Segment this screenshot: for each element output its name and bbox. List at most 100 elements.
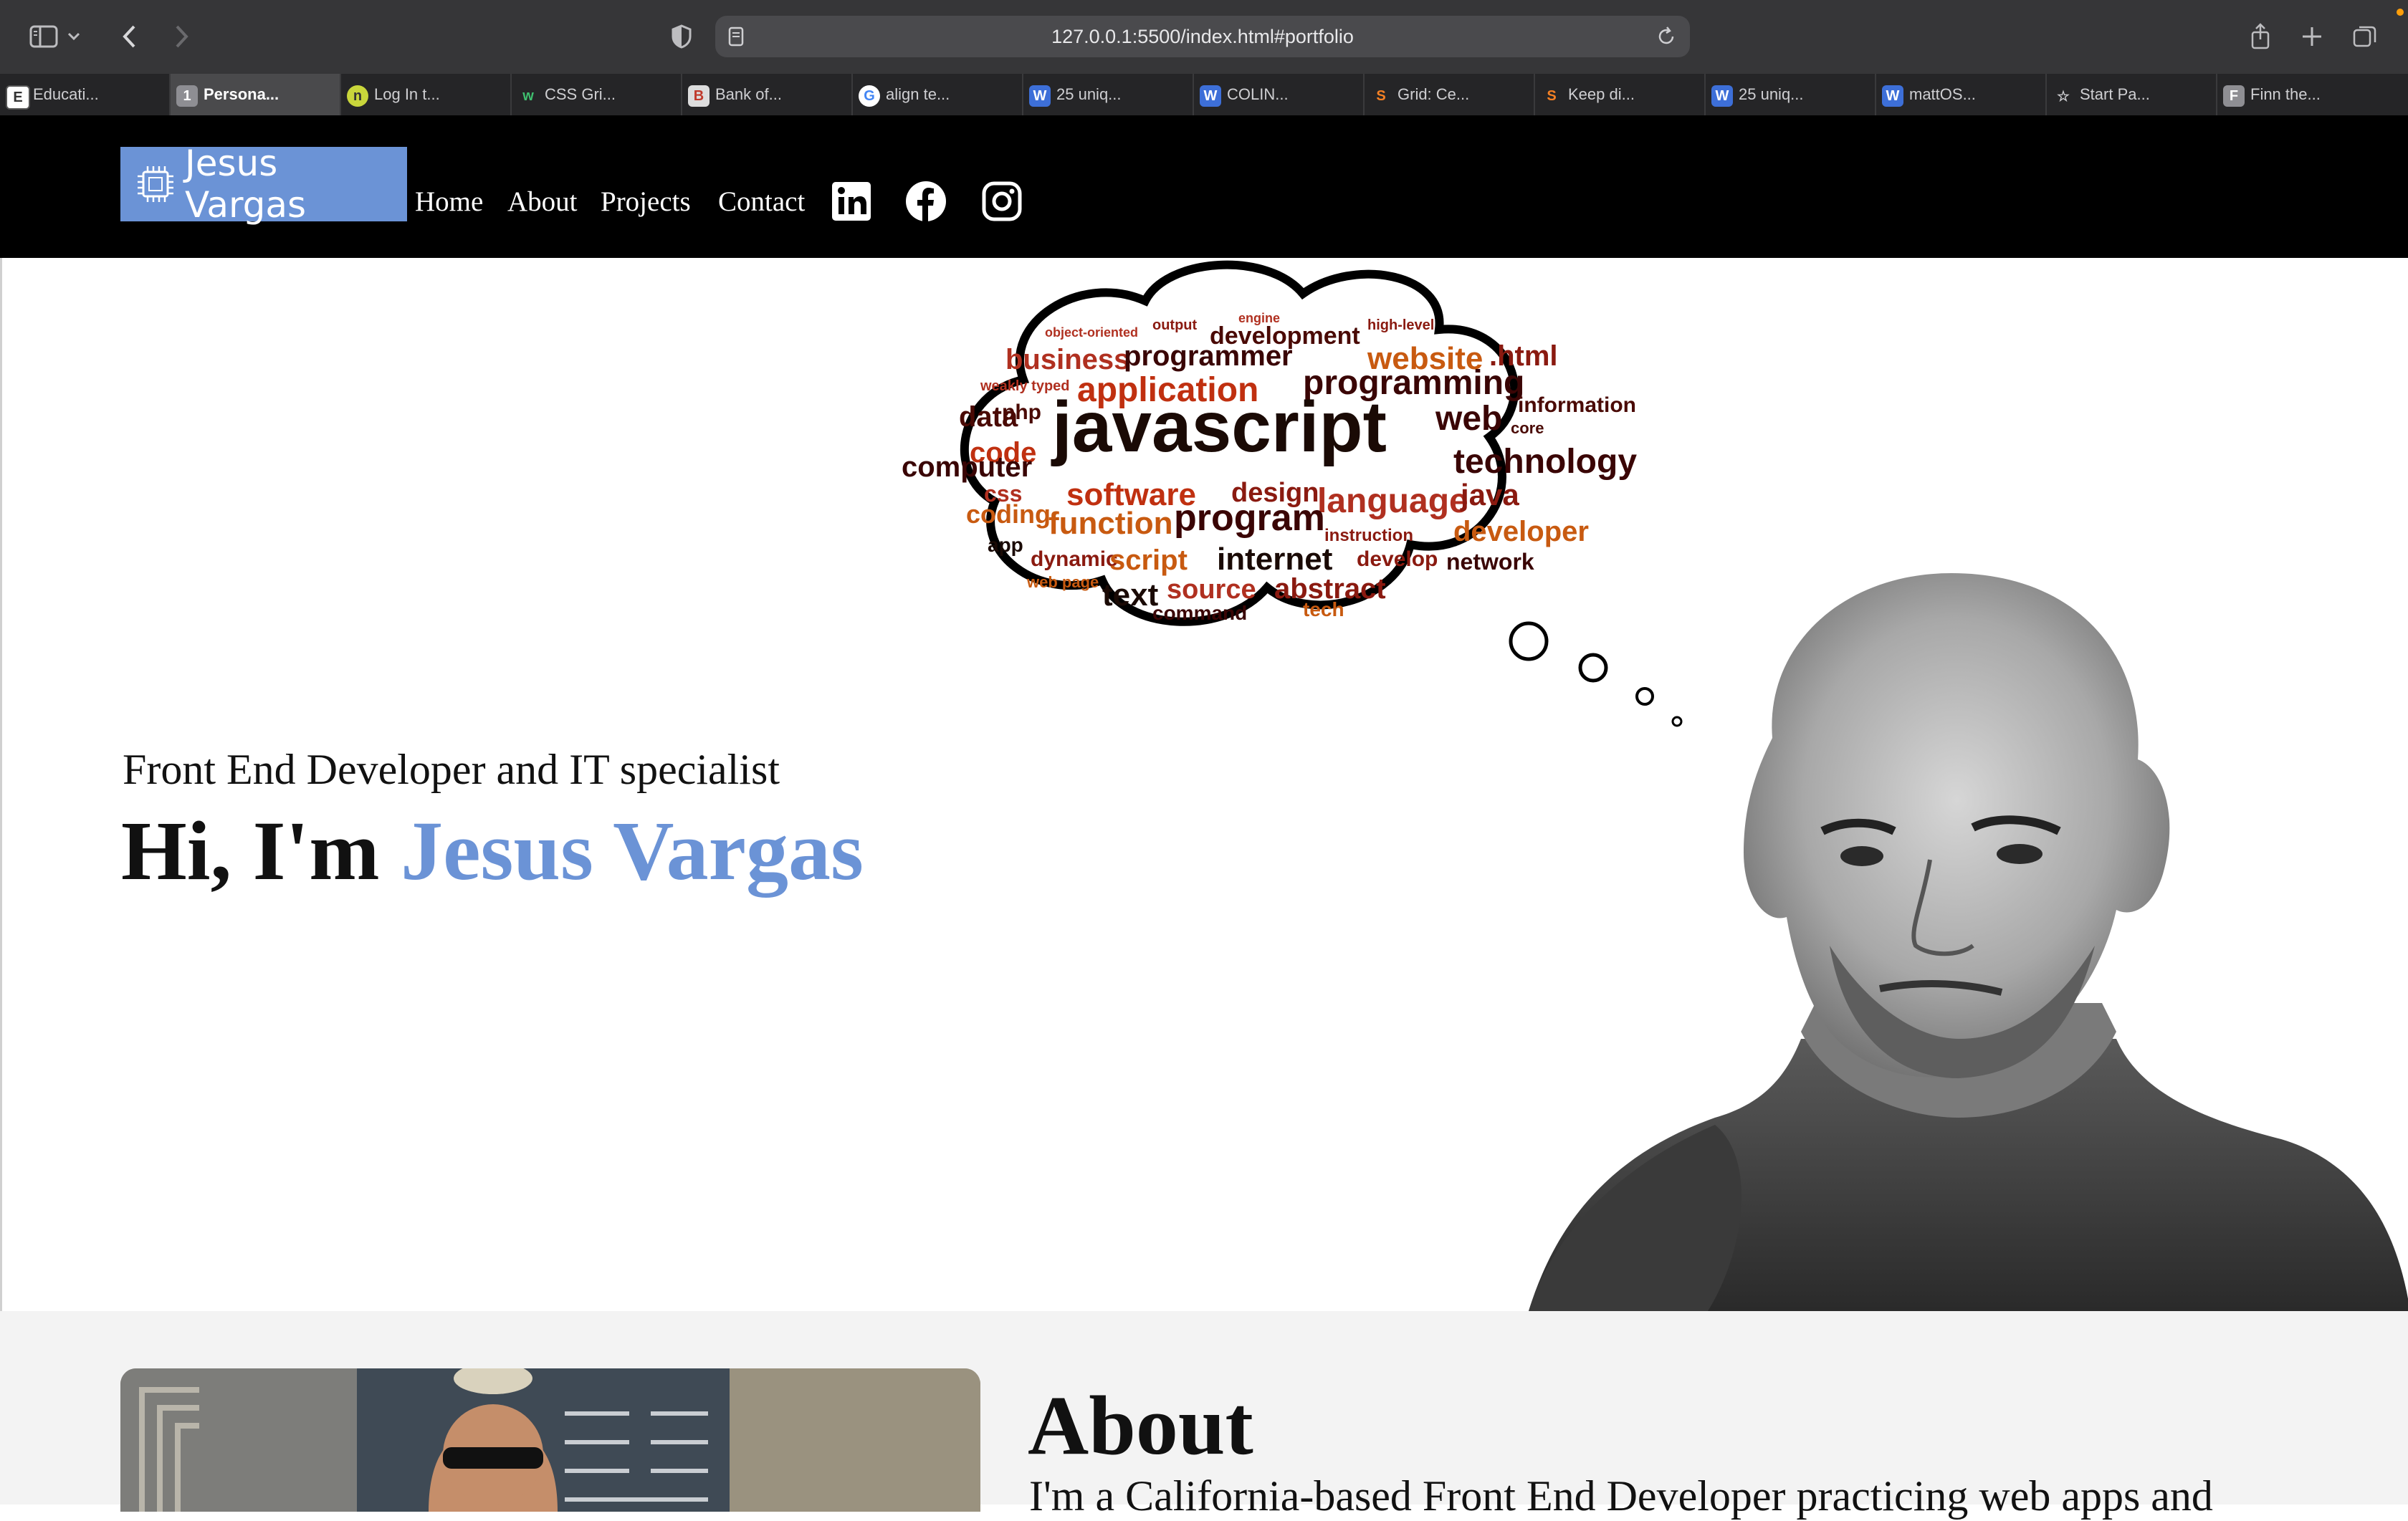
svg-text:web: web [1435, 400, 1502, 438]
hero-name: Jesus Vargas [401, 804, 864, 898]
reload-icon[interactable] [1656, 26, 1677, 51]
tab-label: Log In t... [374, 85, 440, 103]
svg-text:java: java [1460, 478, 1519, 512]
tab-label: Keep di... [1568, 85, 1635, 103]
site-logo[interactable]: Jesus Vargas [120, 143, 407, 226]
favicon-icon: B [688, 85, 710, 107]
star-icon: ☆ [2057, 88, 2070, 105]
favicon-icon: W [1711, 85, 1733, 107]
tab-item[interactable]: w CSS Gri... [512, 74, 682, 115]
tab-item[interactable]: E Educati... [0, 74, 171, 115]
tab-label: mattOS... [1909, 85, 1976, 103]
about-photo [120, 1368, 980, 1512]
svg-text:language: language [1317, 482, 1468, 520]
svg-text:source: source [1167, 575, 1256, 605]
svg-text:computer: computer [902, 451, 1032, 483]
svg-text:instruction: instruction [1324, 526, 1413, 545]
svg-text:program: program [1174, 497, 1325, 539]
tab-item[interactable]: S Keep di... [1535, 74, 1706, 115]
tab-label: Finn the... [2250, 85, 2321, 103]
tab-item[interactable]: n Log In t... [341, 74, 512, 115]
tab-item[interactable]: B Bank of... [682, 74, 853, 115]
tab-label: Bank of... [715, 85, 782, 103]
forward-icon[interactable] [162, 17, 201, 56]
tab-label: align te... [886, 85, 950, 103]
favicon-icon: W [1200, 85, 1221, 107]
svg-text:internet: internet [1217, 542, 1333, 577]
favicon-icon: W [1029, 85, 1051, 107]
tab-label: COLIN... [1227, 85, 1289, 103]
favicon-icon: n [347, 85, 368, 107]
tab-item[interactable]: ☆ Start Pa... [2047, 74, 2217, 115]
tab-item[interactable]: F Finn the... [2217, 74, 2408, 115]
favicon-icon: G [859, 85, 880, 107]
url-text: 127.0.0.1:5500/index.html#portfolio [1051, 26, 1354, 47]
svg-text:php: php [1002, 400, 1041, 424]
tab-item[interactable]: S Grid: Ce... [1365, 74, 1535, 115]
svg-text:app: app [988, 534, 1023, 556]
hero-subtitle: Front End Developer and IT specialist [123, 746, 780, 793]
svg-text:coding: coding [966, 499, 1051, 529]
back-icon[interactable] [110, 17, 149, 56]
nav-link-about[interactable]: About [507, 186, 578, 218]
notification-dot [2397, 9, 2404, 16]
tab-label: 25 uniq... [1739, 85, 1804, 103]
nav-link-projects[interactable]: Projects [601, 186, 691, 218]
tab-label: 25 uniq... [1056, 85, 1122, 103]
tab-item-active[interactable]: 1 Persona... [171, 74, 341, 115]
chevron-down-icon[interactable] [64, 17, 83, 56]
svg-text:command: command [1152, 602, 1247, 624]
tab-item[interactable]: W 25 uniq... [1706, 74, 1876, 115]
about-section: About I'm a California-based Front End D… [0, 1311, 2408, 1520]
svg-text:core: core [1511, 419, 1544, 437]
share-icon[interactable] [2241, 17, 2280, 56]
svg-text:object-oriented: object-oriented [1045, 325, 1138, 340]
favicon-icon: W [1882, 85, 1903, 107]
about-title: About [1028, 1378, 1253, 1472]
svg-text:javascript: javascript [1051, 387, 1387, 467]
tab-item[interactable]: W mattOS... [1876, 74, 2047, 115]
favicon-icon: w [522, 87, 534, 104]
privacy-shield-icon[interactable] [662, 17, 701, 56]
address-bar[interactable]: 127.0.0.1:5500/index.html#portfolio [715, 16, 1690, 57]
svg-text:high-level: high-level [1367, 317, 1434, 333]
browser-toolbar: 127.0.0.1:5500/index.html#portfolio [0, 0, 2408, 75]
tab-item[interactable]: W 25 uniq... [1023, 74, 1194, 115]
nav-link-contact[interactable]: Contact [718, 186, 805, 218]
nav-link-home[interactable]: Home [415, 186, 483, 218]
linkedin-icon[interactable] [830, 180, 873, 223]
favicon-icon: S [1376, 87, 1386, 104]
tab-label: Persona... [204, 85, 280, 103]
tab-label: CSS Gri... [545, 85, 616, 103]
tab-item[interactable]: W COLIN... [1194, 74, 1365, 115]
svg-text:develop: develop [1357, 547, 1438, 571]
chip-icon [135, 163, 176, 205]
hero-section: object-oriented output engine developmen… [0, 258, 2408, 1311]
hero-greeting: Hi, I'm [121, 804, 401, 898]
svg-text:tech: tech [1303, 598, 1344, 620]
svg-text:technology: technology [1453, 443, 1637, 481]
about-text: I'm a California-based Front End Develop… [1029, 1472, 2213, 1520]
tab-bar: E Educati... 1 Persona... n Log In t... … [0, 74, 2408, 117]
svg-text:programmer: programmer [1124, 340, 1293, 372]
facebook-icon[interactable] [904, 180, 947, 223]
tab-item[interactable]: G align te... [853, 74, 1023, 115]
tab-label: Grid: Ce... [1398, 85, 1470, 103]
svg-text:output: output [1152, 317, 1198, 333]
svg-text:dynamic: dynamic [1031, 547, 1118, 571]
portrait-photo [1529, 573, 2408, 1311]
favicon-icon: F [2223, 85, 2245, 107]
svg-text:function: function [1048, 506, 1173, 541]
hero-headline: Hi, I'm Jesus Vargas [121, 802, 864, 900]
site-navbar: Jesus Vargas Home About Projects Contact [0, 115, 2408, 258]
tab-label: Educati... [33, 85, 99, 103]
tab-overview-icon[interactable] [2346, 17, 2384, 56]
new-tab-icon[interactable] [2293, 17, 2331, 56]
logo-text: Jesus Vargas [185, 143, 307, 226]
svg-text:text: text [1102, 577, 1159, 613]
instagram-icon[interactable] [980, 180, 1023, 223]
sidebar-toggle-icon[interactable] [24, 17, 63, 56]
svg-text:information: information [1518, 393, 1636, 417]
tab-label: Start Pa... [2080, 85, 2150, 103]
svg-text:script: script [1109, 544, 1188, 576]
